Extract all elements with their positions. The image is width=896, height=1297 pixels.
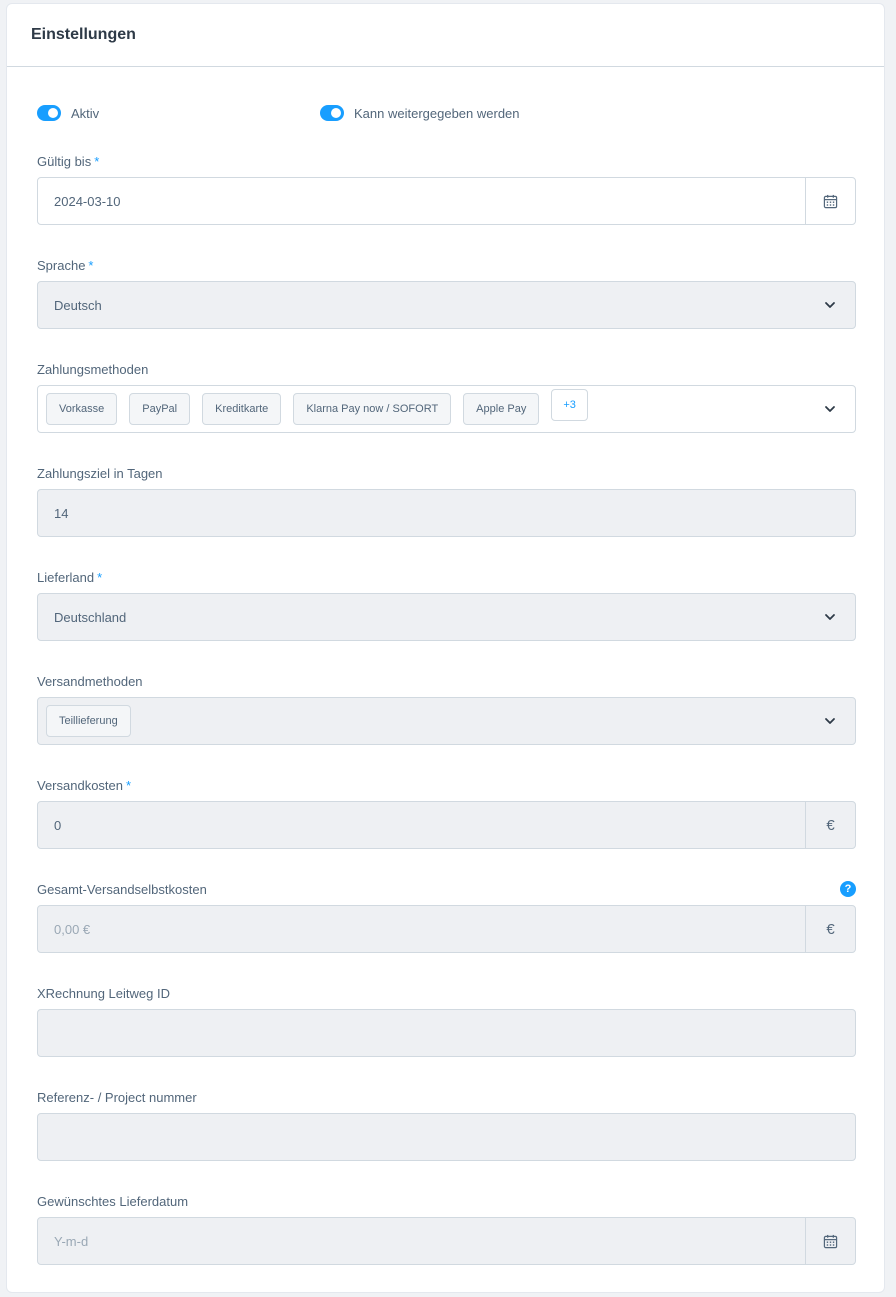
- transferable-switch-label: Kann weitergegeben werden: [354, 105, 520, 121]
- shipping-methods-select[interactable]: Teillieferung: [37, 697, 856, 745]
- valid-until-calendar-button[interactable]: [805, 178, 855, 224]
- total-shipping-cost-placeholder[interactable]: 0,00 €: [38, 922, 805, 937]
- switch-row: Aktiv Kann weitergegeben werden: [37, 67, 856, 153]
- shipping-tag-teillieferung[interactable]: Teillieferung: [46, 705, 131, 737]
- switch-knob: [48, 108, 58, 118]
- transferable-switch-track[interactable]: [320, 105, 344, 121]
- shipping-costs-value[interactable]: 0: [38, 818, 805, 833]
- reference-label: Referenz- / Project nummer: [37, 1090, 197, 1105]
- payment-term-input[interactable]: 14: [37, 489, 856, 537]
- total-shipping-cost-input[interactable]: 0,00 € €: [37, 905, 856, 953]
- shipping-methods-tags: Teillieferung: [38, 705, 805, 737]
- language-value[interactable]: Deutsch: [38, 298, 805, 313]
- chevron-down-icon: [825, 718, 835, 724]
- delivery-country-dropdown-toggle[interactable]: [805, 594, 855, 640]
- chevron-down-icon: [825, 302, 835, 308]
- calendar-icon: [823, 194, 838, 208]
- language-select[interactable]: Deutsch: [37, 281, 856, 329]
- total-shipping-cost-field: Gesamt-Versandselbstkosten ? 0,00 € €: [37, 881, 856, 985]
- payment-term-field: Zahlungsziel in Tagen 14: [37, 465, 856, 569]
- payment-methods-dropdown-toggle[interactable]: [805, 386, 855, 432]
- payment-methods-tags: Vorkasse PayPal Kreditkarte Klarna Pay n…: [38, 389, 805, 425]
- delivery-date-input[interactable]: Y-m-d: [37, 1217, 856, 1265]
- payment-tag-apple-pay[interactable]: Apple Pay: [463, 393, 540, 425]
- language-field: Sprache * Deutsch: [37, 257, 856, 361]
- payment-tag-paypal[interactable]: PayPal: [129, 393, 191, 425]
- shipping-methods-field: Versandmethoden Teillieferung: [37, 673, 856, 777]
- required-marker: *: [88, 258, 94, 273]
- reference-field: Referenz- / Project nummer: [37, 1089, 856, 1193]
- payment-methods-select[interactable]: Vorkasse PayPal Kreditkarte Klarna Pay n…: [37, 385, 856, 433]
- switch-knob: [331, 108, 341, 118]
- delivery-country-select[interactable]: Deutschland: [37, 593, 856, 641]
- delivery-country-field: Lieferland * Deutschland: [37, 569, 856, 673]
- required-marker: *: [126, 778, 132, 793]
- total-shipping-cost-label: Gesamt-Versandselbstkosten: [37, 882, 207, 897]
- language-label: Sprache *: [37, 257, 856, 281]
- payment-term-label: Zahlungsziel in Tagen: [37, 466, 163, 481]
- settings-card: Einstellungen Aktiv Kann weitergegeben w…: [6, 3, 885, 1293]
- shipping-costs-label: Versandkosten *: [37, 777, 856, 801]
- payment-tags-more-badge[interactable]: +3: [551, 389, 588, 421]
- payment-term-value[interactable]: 14: [38, 506, 855, 521]
- xrechnung-label: XRechnung Leitweg ID: [37, 986, 170, 1001]
- required-marker: *: [97, 570, 103, 585]
- payment-tag-vorkasse[interactable]: Vorkasse: [46, 393, 118, 425]
- delivery-country-label-text: Lieferland: [37, 570, 95, 585]
- payment-methods-label: Zahlungsmethoden: [37, 362, 149, 377]
- transferable-switch[interactable]: Kann weitergegeben werden: [320, 105, 520, 121]
- help-icon[interactable]: ?: [840, 881, 856, 897]
- shipping-costs-input[interactable]: 0 €: [37, 801, 856, 849]
- valid-until-field: Gültig bis * 2024-03-10: [37, 153, 856, 257]
- language-dropdown-toggle[interactable]: [805, 282, 855, 328]
- delivery-country-value[interactable]: Deutschland: [38, 610, 805, 625]
- active-switch-label: Aktiv: [71, 105, 100, 121]
- shipping-methods-dropdown-toggle[interactable]: [805, 698, 855, 744]
- valid-until-label-text: Gültig bis: [37, 154, 92, 169]
- xrechnung-input[interactable]: [37, 1009, 856, 1057]
- shipping-costs-label-text: Versandkosten: [37, 778, 124, 793]
- card-header: Einstellungen: [7, 4, 884, 67]
- delivery-country-label: Lieferland *: [37, 569, 856, 593]
- xrechnung-field: XRechnung Leitweg ID: [37, 985, 856, 1089]
- language-label-text: Sprache: [37, 258, 86, 273]
- card-title: Einstellungen: [31, 26, 136, 43]
- card-body: Aktiv Kann weitergegeben werden Gültig b…: [37, 67, 856, 1297]
- payment-tag-klarna[interactable]: Klarna Pay now / SOFORT: [293, 393, 452, 425]
- reference-input[interactable]: [37, 1113, 856, 1161]
- payment-tag-kreditkarte[interactable]: Kreditkarte: [202, 393, 282, 425]
- delivery-date-label: Gewünschtes Lieferdatum: [37, 1194, 189, 1209]
- calendar-icon: [823, 1234, 838, 1248]
- shipping-costs-field: Versandkosten * 0 €: [37, 777, 856, 881]
- delivery-date-placeholder[interactable]: Y-m-d: [38, 1234, 805, 1249]
- delivery-date-calendar-button[interactable]: [805, 1218, 855, 1264]
- payment-methods-field: Zahlungsmethoden Vorkasse PayPal Kreditk…: [37, 361, 856, 465]
- delivery-date-field: Gewünschtes Lieferdatum Y-m-d: [37, 1193, 856, 1297]
- chevron-down-icon: [825, 614, 835, 620]
- valid-until-label: Gültig bis *: [37, 153, 856, 177]
- shipping-methods-label: Versandmethoden: [37, 674, 143, 689]
- total-shipping-cost-currency-suffix: €: [805, 906, 855, 952]
- active-switch[interactable]: Aktiv: [37, 105, 99, 121]
- shipping-costs-currency-suffix: €: [805, 802, 855, 848]
- valid-until-value[interactable]: 2024-03-10: [38, 194, 805, 209]
- active-switch-track[interactable]: [37, 105, 61, 121]
- required-marker: *: [94, 154, 100, 169]
- valid-until-input[interactable]: 2024-03-10: [37, 177, 856, 225]
- chevron-down-icon: [825, 406, 835, 412]
